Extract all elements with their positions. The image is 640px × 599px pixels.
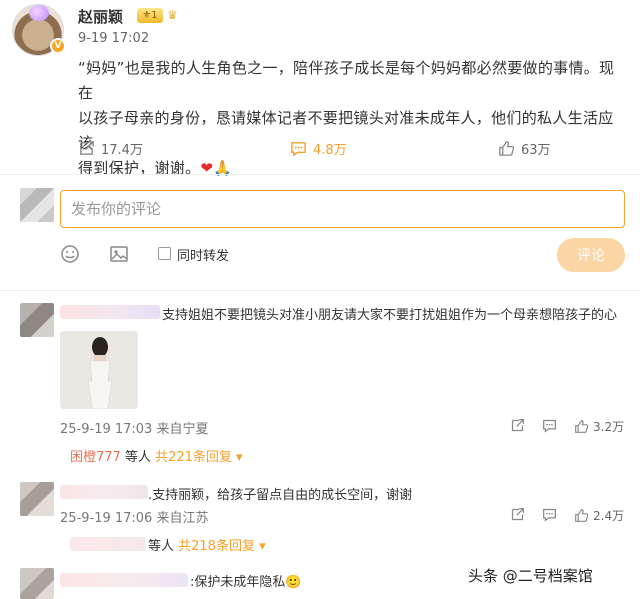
- replies-link[interactable]: 困橙777 等人 共221条回复 ▾: [70, 446, 243, 465]
- comment-like-button[interactable]: 3.2万: [574, 418, 624, 435]
- replies-link[interactable]: 等人 共218条回复 ▾: [148, 535, 266, 554]
- thumbs-up-icon: [575, 509, 589, 522]
- comment-meta: 25-9-19 17:06 来自江苏: [60, 511, 209, 526]
- comment-text: 支持姐姐不要把镜头对准小朋友请大家不要打扰姐姐作为一个母亲想陪孩子的心: [162, 308, 618, 323]
- comment-like-count: 3.2万: [593, 420, 625, 434]
- repost-count: 17.4万: [101, 142, 143, 158]
- post-time[interactable]: 9-19 17:02: [78, 31, 149, 46]
- comment-like-button[interactable]: 2.4万: [574, 507, 624, 524]
- commenter-name[interactable]: [60, 485, 148, 499]
- reply-count[interactable]: 共218条回复 ▾: [178, 539, 265, 554]
- comment-text: .支持丽颖，给孩子留点自由的成长空间，谢谢: [148, 488, 413, 503]
- repost-icon: [80, 140, 94, 155]
- like-count: 63万: [521, 142, 551, 158]
- repost-checkbox[interactable]: [158, 247, 171, 260]
- author-name[interactable]: 赵丽颖: [78, 6, 123, 27]
- post-text-line: “妈妈”也是我的人生角色之一，陪伴孩子成长是每个妈妈都必然要做的事情。现在: [78, 59, 615, 102]
- comment-text: :保护未成年隐私🙂: [190, 575, 302, 590]
- comment-input-box[interactable]: [60, 190, 625, 228]
- comment-button[interactable]: 4.8万: [290, 138, 347, 158]
- repost-checkbox-label[interactable]: 同时转发: [177, 245, 229, 264]
- level-badge: ⚜1: [137, 8, 163, 23]
- comment-image[interactable]: [60, 331, 138, 409]
- commenter-name[interactable]: [60, 573, 188, 587]
- commenter-avatar[interactable]: [20, 303, 54, 337]
- image-icon[interactable]: [109, 244, 129, 264]
- repost-button[interactable]: 17.4万: [78, 138, 143, 158]
- comment-meta: 25-9-19 17:03 来自宁夏: [60, 422, 209, 437]
- reply-count[interactable]: 共221条回复 ▾: [155, 450, 242, 465]
- person-photo-icon: [60, 331, 138, 409]
- thumbs-up-icon: [575, 420, 589, 433]
- comment-icon: [291, 141, 306, 157]
- comment-like-count: 2.4万: [593, 509, 625, 523]
- watermark: 头条 @二号档案馆: [468, 567, 593, 585]
- crown-icon: ♛: [167, 8, 178, 22]
- comment-icon[interactable]: [542, 418, 557, 433]
- current-user-avatar[interactable]: [20, 188, 54, 222]
- comment-input[interactable]: [61, 191, 624, 227]
- comment-count: 4.8万: [313, 142, 347, 158]
- submit-comment-button[interactable]: 评论: [557, 238, 625, 272]
- commenter-avatar[interactable]: [20, 568, 54, 599]
- divider: [0, 290, 640, 291]
- commenter-name[interactable]: [60, 305, 160, 319]
- comment-icon[interactable]: [542, 507, 557, 522]
- reply-user[interactable]: 困橙777: [70, 450, 121, 465]
- repost-icon[interactable]: [510, 418, 525, 433]
- like-button[interactable]: 63万: [498, 138, 551, 158]
- verified-badge-icon: V: [50, 38, 66, 54]
- repost-icon[interactable]: [510, 507, 525, 522]
- commenter-avatar[interactable]: [20, 482, 54, 516]
- reply-user[interactable]: [70, 537, 146, 551]
- divider: [0, 174, 640, 175]
- emoji-icon[interactable]: [60, 244, 80, 264]
- post-text: “妈妈”也是我的人生角色之一，陪伴孩子成长是每个妈妈都必然要做的事情。现在 以孩…: [78, 56, 626, 181]
- post-text-line: 得到保护，谢谢。❤🙏: [78, 159, 233, 177]
- thumbs-up-icon: [499, 140, 515, 156]
